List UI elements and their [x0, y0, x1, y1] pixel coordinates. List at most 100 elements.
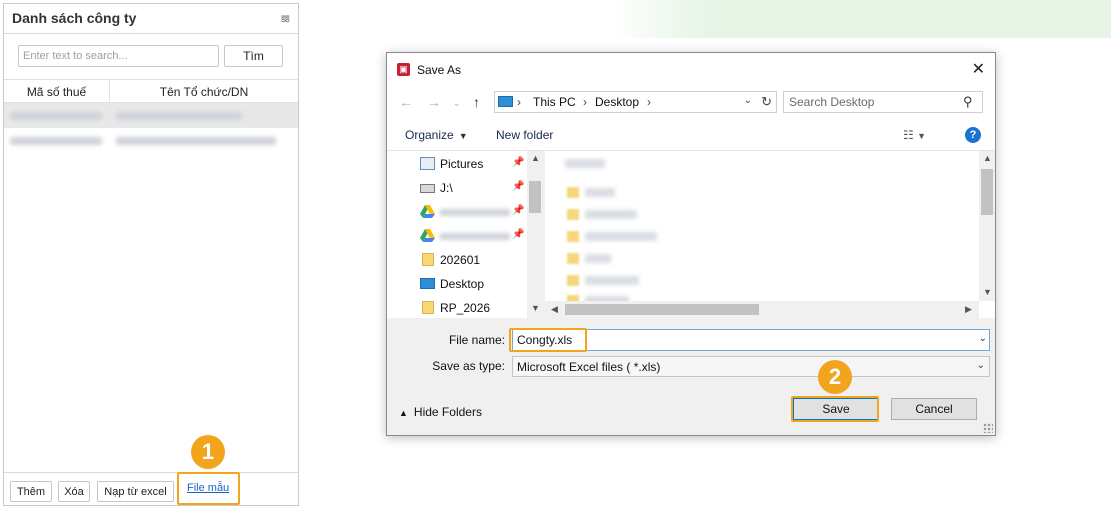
file-pane-horizontal-scrollbar[interactable]: ◀ ▶ [545, 301, 979, 318]
table-row[interactable] [4, 103, 298, 128]
desktop-icon [420, 278, 435, 289]
pin-icon: 📌 [512, 157, 525, 168]
nav-item-j-drive[interactable]: J:\ 📌 [420, 177, 530, 199]
organize-menu[interactable]: Organize ▼ [405, 128, 468, 142]
save-as-type-value: Microsoft Excel files ( *.xls) [517, 360, 661, 374]
blurred-file-name[interactable] [585, 232, 657, 241]
address-dropdown-icon[interactable]: ⌄ [744, 95, 752, 106]
delete-button[interactable]: Xóa [58, 481, 90, 502]
nav-item-rp-2026[interactable]: RP_2026 [420, 297, 530, 319]
scroll-down-icon[interactable]: ▼ [531, 303, 540, 313]
nav-item-google-drive-2[interactable]: 📌 [420, 225, 530, 247]
organize-label: Organize [405, 128, 454, 142]
scroll-left-icon[interactable]: ◀ [551, 304, 558, 315]
search-input[interactable] [18, 45, 219, 67]
nav-item-desktop[interactable]: Desktop [420, 273, 530, 295]
search-icon[interactable]: ⚲ [963, 94, 973, 110]
folder-icon [567, 253, 579, 264]
pin-icon: 📌 [512, 205, 525, 216]
up-arrow-icon[interactable]: ↑ [473, 94, 480, 110]
search-desktop-input[interactable] [783, 91, 983, 113]
navigation-pane: Pictures 📌 J:\ 📌 📌 📌 202601 Desktop RP_2… [387, 151, 543, 318]
panel-footer: Thêm Xóa Nạp từ excel File mẫu [4, 472, 298, 505]
scroll-right-icon[interactable]: ▶ [965, 304, 972, 315]
blurred-cell [10, 112, 102, 120]
search-button[interactable]: Tìm [224, 45, 283, 67]
folder-icon [567, 231, 579, 242]
breadcrumb-desktop[interactable]: Desktop [595, 95, 639, 109]
drive-icon [420, 184, 435, 193]
scroll-up-icon[interactable]: ▲ [983, 153, 992, 163]
address-bar[interactable]: › This PC › Desktop › ⌄ ↻ [494, 91, 777, 113]
scrollbar-thumb[interactable] [981, 169, 993, 215]
pin-icon: 📌 [512, 229, 525, 240]
back-arrow-icon[interactable]: ← [399, 94, 413, 110]
scroll-up-icon[interactable]: ▲ [531, 153, 540, 163]
add-button[interactable]: Thêm [10, 481, 52, 502]
company-list-panel: Danh sách công ty ⯹ Tìm Mã số thuế Tên T… [3, 3, 299, 506]
blurred-file-name[interactable] [585, 210, 637, 219]
column-header-org-name[interactable]: Tên Tổ chức/DN [110, 85, 298, 99]
blurred-file-name[interactable] [585, 188, 615, 197]
nav-item-202601[interactable]: 202601 [420, 249, 530, 271]
app-icon: ▣ [397, 63, 410, 76]
step-badge-2: 2 [818, 360, 852, 394]
nav-item-label: 202601 [440, 253, 481, 267]
scrollbar-thumb[interactable] [529, 181, 541, 213]
background-gradient-strip [610, 0, 1111, 38]
nav-pane-scrollbar[interactable]: ▲ ▼ [527, 151, 543, 318]
highlight-file-name [509, 328, 587, 352]
hide-folders-label: Hide Folders [413, 405, 482, 419]
folder-icon [567, 187, 579, 198]
nav-item-label: J:\ [440, 181, 453, 195]
save-as-type-label: Save as type: [432, 359, 505, 373]
breadcrumb-chevron-icon[interactable]: › [583, 95, 587, 109]
close-icon[interactable]: ✕ [972, 59, 985, 79]
import-excel-button[interactable]: Nạp từ excel [97, 481, 174, 502]
new-folder-button[interactable]: New folder [496, 128, 553, 142]
highlight-template-link [177, 472, 240, 505]
save-as-type-select[interactable]: Microsoft Excel files ( *.xls) ⌄ [512, 356, 990, 377]
view-options-icon[interactable]: ☷ ▼ [903, 128, 926, 142]
nav-item-label: Pictures [440, 157, 484, 171]
blurred-cell [116, 112, 242, 120]
pin-icon: 📌 [512, 181, 525, 192]
blurred-cell [10, 137, 102, 145]
folder-icon [422, 253, 434, 266]
forward-arrow-icon[interactable]: → [427, 94, 441, 110]
breadcrumb-this-pc[interactable]: This PC [533, 95, 576, 109]
table-row[interactable] [4, 128, 298, 153]
file-pane-scrollbar[interactable]: ▲ ▼ [979, 151, 995, 301]
pin-icon[interactable]: ⯹ [281, 10, 290, 31]
nav-item-pictures[interactable]: Pictures 📌 [420, 153, 530, 175]
refresh-icon[interactable]: ↻ [761, 94, 772, 110]
highlight-save-button [791, 396, 879, 422]
scroll-down-icon[interactable]: ▼ [983, 287, 992, 297]
scrollbar-thumb[interactable] [565, 304, 759, 315]
this-pc-icon [498, 96, 513, 107]
cancel-button[interactable]: Cancel [891, 398, 977, 420]
grid-header: Mã số thuế Tên Tổ chức/DN [4, 79, 298, 104]
caret-down-icon: ▼ [458, 131, 468, 141]
dialog-title: Save As [417, 63, 462, 77]
panel-header: Danh sách công ty ⯹ [4, 4, 298, 34]
blurred-file-name[interactable] [585, 276, 639, 285]
resize-grip-icon[interactable] [983, 423, 993, 433]
blurred-file-name[interactable] [585, 254, 611, 263]
google-drive-icon [420, 229, 435, 242]
nav-item-google-drive[interactable]: 📌 [420, 201, 530, 223]
dialog-toolbar: Organize ▼ New folder ☷ ▼ ? [387, 119, 995, 151]
file-list-pane: ▲ ▼ [545, 151, 995, 318]
blurred-cell [116, 137, 276, 145]
save-fields: File name: ⌄ Save as type: Microsoft Exc… [387, 318, 995, 388]
hide-folders-toggle[interactable]: ▲ Hide Folders [399, 405, 482, 419]
breadcrumb-chevron-icon[interactable]: › [517, 95, 521, 109]
column-header-tax-code[interactable]: Mã số thuế [4, 85, 109, 99]
blurred-column-header [565, 159, 605, 168]
breadcrumb-chevron-icon[interactable]: › [647, 95, 651, 109]
nav-item-label: Desktop [440, 277, 485, 291]
chevron-down-icon[interactable]: ⌄ [979, 333, 987, 344]
recent-locations-icon[interactable]: ⌄ [453, 98, 461, 109]
nav-item-label: RP_2026 [440, 301, 491, 315]
help-icon[interactable]: ? [965, 127, 981, 143]
